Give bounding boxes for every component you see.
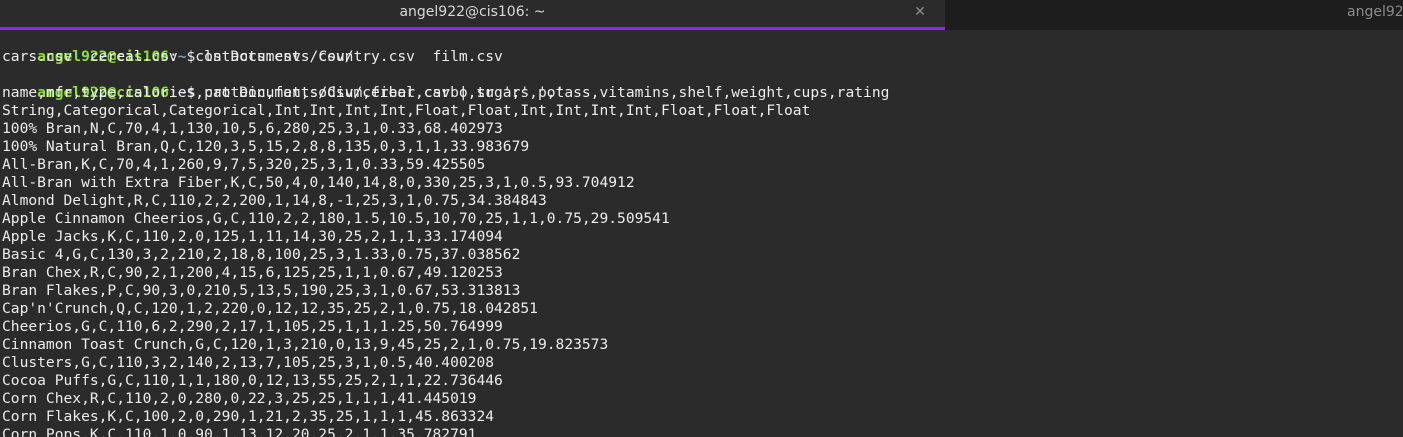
output-line: Basic 4,G,C,130,3,2,210,2,18,8,100,25,3,… <box>2 246 521 263</box>
terminal-output[interactable]: angel922@cis106:~$ ls Documents/Csv/ car… <box>0 30 1403 437</box>
output-line: Cheerios,G,C,110,6,2,290,2,17,1,105,25,1… <box>2 318 503 335</box>
output-line: All-Bran with Extra Fiber,K,C,50,4,0,140… <box>2 174 635 191</box>
tab-title: angel922@cis106: ~ <box>1347 4 1403 20</box>
output-line: Corn Pops,K,C,110,1,0,90,1,13,12,20,25,2… <box>2 426 477 437</box>
output-line: Clusters,G,C,110,3,2,140,2,13,7,105,25,3… <box>2 354 495 371</box>
tab-terminal-inactive[interactable]: angel922@cis106: ~ <box>946 0 1403 30</box>
output-line: Corn Chex,R,C,110,2,0,280,0,22,3,25,25,1… <box>2 390 477 407</box>
output-line: Apple Jacks,K,C,110,2,0,125,1,11,14,30,2… <box>2 228 503 245</box>
output-line: Cocoa Puffs,G,C,110,1,1,180,0,12,13,55,2… <box>2 372 503 389</box>
output-line: Corn Flakes,K,C,100,2,0,290,1,21,2,35,25… <box>2 408 495 425</box>
tab-bar: angel922@cis106: ~ ✕ angel922@cis106: ~ <box>0 0 1403 30</box>
output-line: Apple Cinnamon Cheerios,G,C,110,2,2,180,… <box>2 210 670 227</box>
prompt-line: angel922@cis106:~$ cat Documents/Csv/cer… <box>2 66 564 101</box>
output-line: String,Categorical,Categorical,Int,Int,I… <box>2 102 811 119</box>
output-line: name,mfr,type,calories,protein,fat,sodiu… <box>2 84 890 101</box>
output-line: Cinnamon Toast Crunch,G,C,120,1,3,210,0,… <box>2 336 609 353</box>
output-line: 100% Natural Bran,Q,C,120,3,5,15,2,8,8,1… <box>2 138 530 155</box>
tab-title: angel922@cis106: ~ <box>399 4 546 20</box>
output-line: All-Bran,K,C,70,4,1,260,9,7,5,320,25,3,1… <box>2 156 486 173</box>
close-icon[interactable]: ✕ <box>911 3 929 21</box>
ls-output-line: cars.csv cereal.csv contacts.csv country… <box>2 48 503 65</box>
output-line: Almond Delight,R,C,110,2,2,200,1,14,8,-1… <box>2 192 547 209</box>
output-line: 100% Bran,N,C,70,4,1,130,10,5,6,280,25,3… <box>2 120 503 137</box>
output-line: Cap'n'Crunch,Q,C,120,1,2,220,0,12,12,35,… <box>2 300 538 317</box>
output-line: Bran Flakes,P,C,90,3,0,210,5,13,5,190,25… <box>2 282 521 299</box>
prompt-line: angel922@cis106:~$ ls Documents/Csv/ <box>2 30 353 65</box>
output-line: Bran Chex,R,C,90,2,1,200,4,15,6,125,25,1… <box>2 264 503 281</box>
tab-terminal-active[interactable]: angel922@cis106: ~ ✕ <box>0 0 945 30</box>
